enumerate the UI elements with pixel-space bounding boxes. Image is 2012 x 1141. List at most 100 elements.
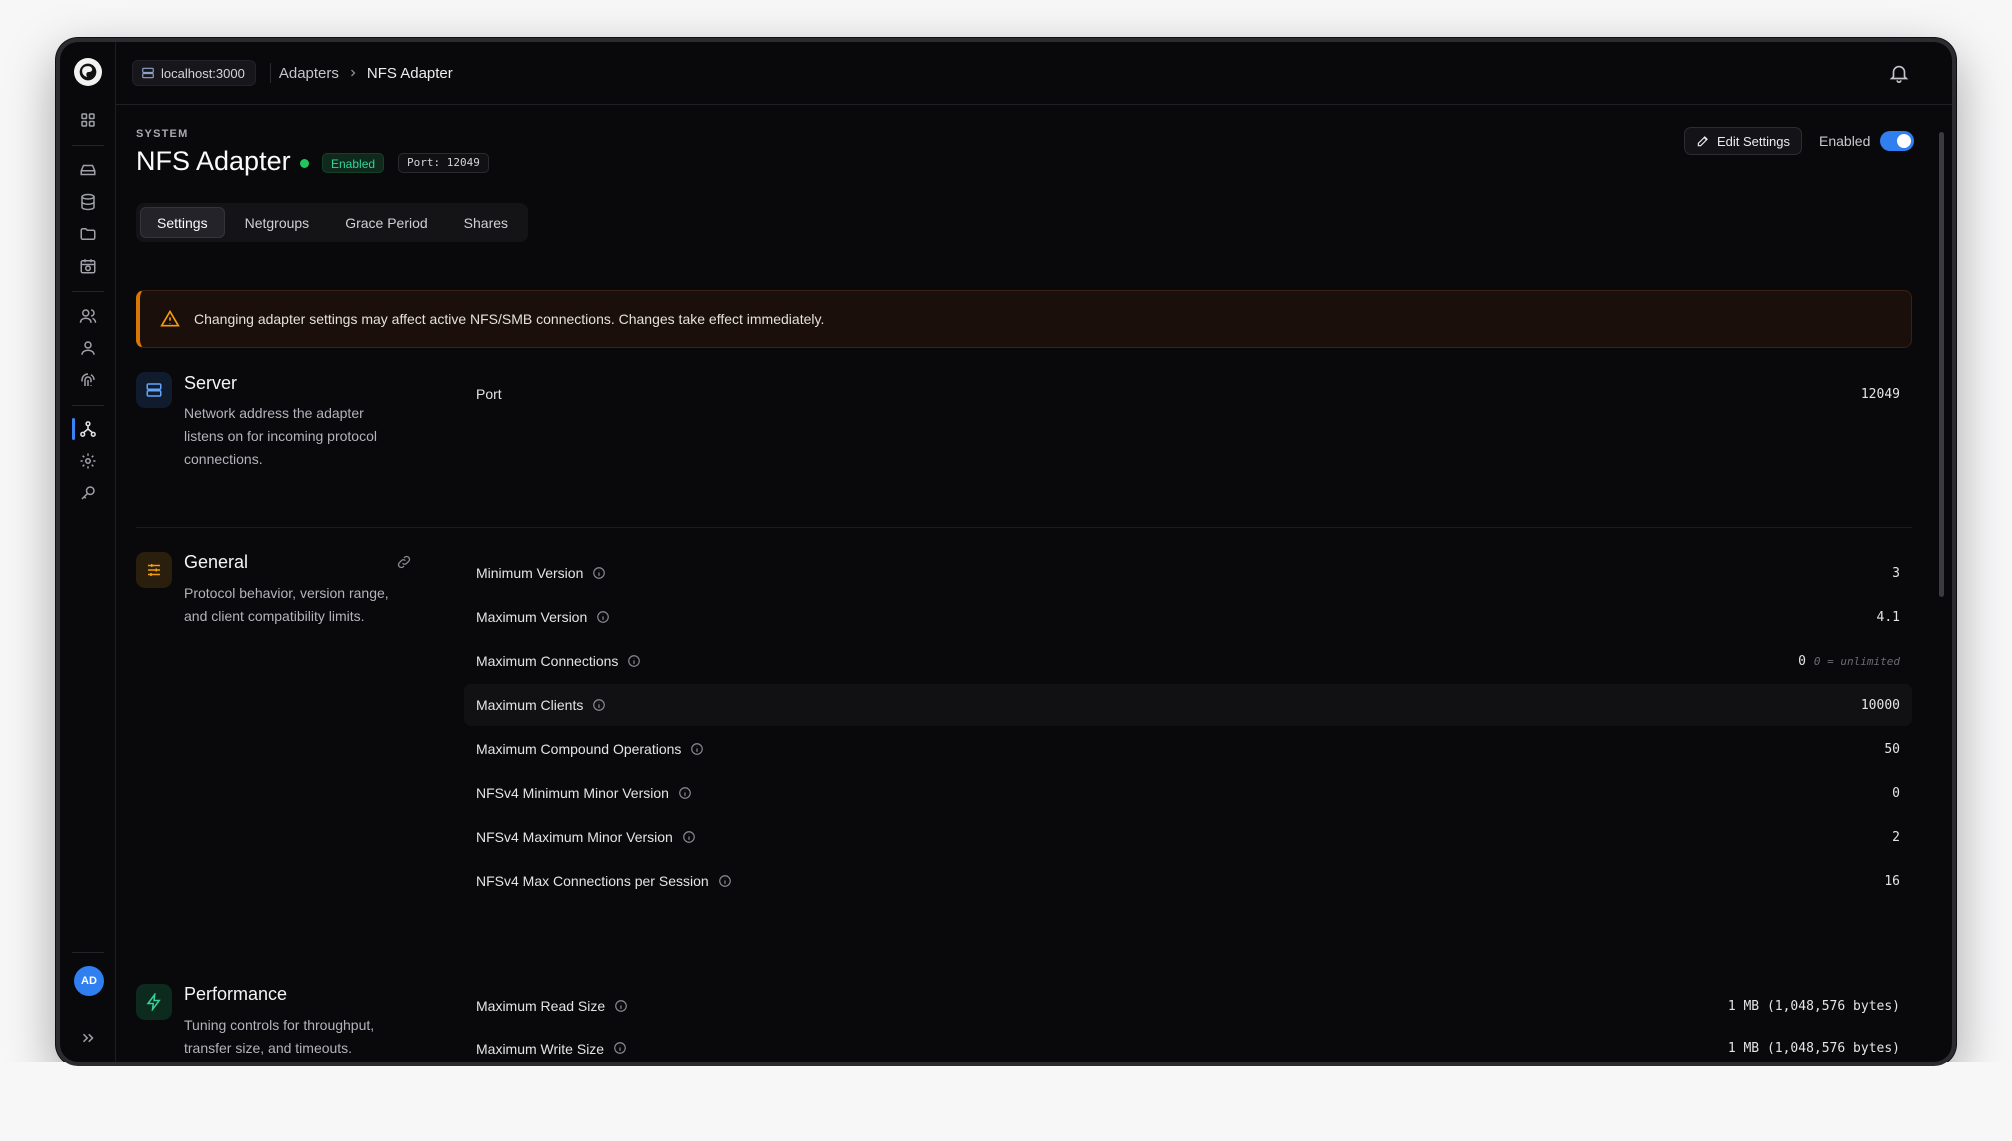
warning-text: Changing adapter settings may affect act… bbox=[194, 311, 825, 327]
drive-icon[interactable] bbox=[76, 158, 100, 182]
tab-grace-period[interactable]: Grace Period bbox=[329, 207, 443, 238]
setting-label: NFSv4 Max Connections per Session bbox=[476, 873, 709, 889]
info-icon[interactable] bbox=[592, 698, 606, 712]
info-icon[interactable] bbox=[596, 610, 610, 624]
avatar[interactable]: AD bbox=[74, 966, 104, 996]
setting-label: NFSv4 Maximum Minor Version bbox=[476, 829, 673, 845]
calendar-clock-icon[interactable] bbox=[76, 254, 100, 278]
page-background bbox=[0, 1062, 2012, 1141]
general-section-title: General bbox=[184, 552, 249, 572]
expand-sidebar-icon[interactable] bbox=[76, 1026, 100, 1050]
info-icon[interactable] bbox=[678, 786, 692, 800]
rail-divider bbox=[72, 145, 104, 146]
user-group-icon[interactable] bbox=[76, 336, 100, 360]
fingerprint-icon[interactable] bbox=[76, 368, 100, 392]
key-icon[interactable] bbox=[76, 481, 100, 505]
status-dot bbox=[300, 159, 309, 168]
setting-row-maximum-write-size[interactable]: Maximum Write Size 1 MB (1,048,576 bytes… bbox=[464, 1029, 1912, 1059]
breadcrumb-current: NFS Adapter bbox=[366, 64, 453, 82]
folder-icon[interactable] bbox=[76, 222, 100, 246]
dashboard-icon[interactable] bbox=[76, 108, 100, 132]
setting-value: 12049 bbox=[1860, 386, 1900, 402]
network-icon[interactable] bbox=[76, 417, 100, 441]
info-icon[interactable] bbox=[592, 566, 606, 580]
setting-value: 0 bbox=[1798, 653, 1806, 669]
setting-label: NFSv4 Minimum Minor Version bbox=[476, 785, 669, 801]
database-icon[interactable] bbox=[76, 190, 100, 214]
setting-value: 50 bbox=[1884, 741, 1900, 757]
setting-row-maximum-read-size[interactable]: Maximum Read Size 1 MB (1,048,576 bytes) bbox=[464, 985, 1912, 1027]
gear-icon[interactable] bbox=[76, 449, 100, 473]
setting-label: Maximum Compound Operations bbox=[476, 741, 682, 757]
tab-settings[interactable]: Settings bbox=[140, 207, 225, 238]
bell-icon[interactable] bbox=[1888, 62, 1910, 84]
performance-section-description: Tuning controls for throughput, transfer… bbox=[184, 1017, 375, 1056]
host-label: localhost:3000 bbox=[161, 65, 245, 81]
info-icon[interactable] bbox=[613, 1041, 627, 1055]
active-indicator bbox=[72, 418, 75, 440]
rail-divider bbox=[72, 405, 104, 406]
info-icon[interactable] bbox=[614, 999, 628, 1013]
edit-settings-label: Edit Settings bbox=[1717, 133, 1790, 149]
setting-value: 1 MB (1,048,576 bytes) bbox=[1727, 998, 1900, 1014]
setting-value: 3 bbox=[1892, 565, 1900, 581]
server-section-icon bbox=[136, 372, 172, 408]
setting-label: Maximum Connections bbox=[476, 653, 619, 669]
info-icon[interactable] bbox=[682, 830, 696, 844]
setting-value: 16 bbox=[1884, 873, 1900, 889]
tab-shares[interactable]: Shares bbox=[448, 207, 524, 238]
info-icon[interactable] bbox=[690, 742, 704, 756]
setting-row-maximum-version[interactable]: Maximum Version 4.1 bbox=[464, 596, 1912, 638]
setting-label: Minimum Version bbox=[476, 565, 584, 581]
setting-row-maximum-connections[interactable]: Maximum Connections 0 0 = unlimited bbox=[464, 640, 1912, 682]
performance-section-title: Performance bbox=[184, 984, 288, 1004]
enabled-toggle[interactable] bbox=[1880, 131, 1914, 151]
section-divider bbox=[136, 527, 1912, 528]
setting-row-maximum-clients[interactable]: Maximum Clients 10000 bbox=[464, 684, 1912, 726]
setting-value: 0 bbox=[1892, 785, 1900, 801]
setting-hint: 0 = unlimited bbox=[1813, 654, 1900, 668]
sliders-icon bbox=[136, 552, 172, 588]
setting-label: Port bbox=[476, 386, 502, 402]
page-title: NFS Adapter bbox=[136, 146, 291, 176]
warning-banner: Changing adapter settings may affect act… bbox=[136, 290, 1912, 348]
app-logo[interactable] bbox=[74, 58, 102, 86]
setting-row-nfsv4-maximum-minor-version[interactable]: NFSv4 Maximum Minor Version 2 bbox=[464, 816, 1912, 858]
breadcrumb: Adapters NFS Adapter bbox=[279, 65, 453, 82]
setting-row-nfsv4-minimum-minor-version[interactable]: NFSv4 Minimum Minor Version 0 bbox=[464, 772, 1912, 814]
link-icon[interactable] bbox=[396, 554, 412, 570]
rail-divider bbox=[72, 291, 104, 292]
breadcrumb-adapters[interactable]: Adapters bbox=[279, 65, 339, 82]
host-chip[interactable]: localhost:3000 bbox=[132, 60, 256, 86]
setting-label: Maximum Write Size bbox=[476, 1041, 605, 1057]
server-section-title: Server bbox=[184, 373, 238, 393]
users-icon[interactable] bbox=[76, 304, 100, 328]
topbar: localhost:3000 Adapters NFS Adapter bbox=[116, 42, 1952, 105]
setting-row-minimum-version[interactable]: Minimum Version 3 bbox=[464, 552, 1912, 594]
general-section-description: Protocol behavior, version range, and cl… bbox=[184, 585, 389, 624]
setting-row-nfsv4-max-connections-per-session[interactable]: NFSv4 Max Connections per Session 16 bbox=[464, 860, 1912, 902]
enabled-toggle-label: Enabled bbox=[1819, 133, 1871, 149]
scrollbar[interactable] bbox=[1939, 132, 1944, 597]
edit-settings-button[interactable]: Edit Settings bbox=[1684, 127, 1802, 155]
setting-value: 10000 bbox=[1860, 697, 1900, 713]
info-icon[interactable] bbox=[627, 654, 641, 668]
page-eyebrow: SYSTEM bbox=[136, 128, 189, 140]
status-badge: Enabled bbox=[322, 153, 385, 173]
setting-value: 2 bbox=[1892, 829, 1900, 845]
rail-divider bbox=[72, 952, 104, 953]
server-icon bbox=[142, 67, 154, 79]
setting-row-port[interactable]: Port 12049 bbox=[464, 373, 1912, 415]
tab-bar: Settings Netgroups Grace Period Shares bbox=[136, 203, 529, 242]
warning-triangle-icon bbox=[160, 309, 180, 327]
setting-label: Maximum Clients bbox=[476, 697, 584, 713]
divider bbox=[269, 63, 271, 83]
info-icon[interactable] bbox=[718, 874, 732, 888]
lightning-icon bbox=[136, 984, 172, 1020]
tab-netgroups[interactable]: Netgroups bbox=[229, 207, 326, 238]
setting-label: Maximum Read Size bbox=[476, 998, 606, 1014]
setting-row-maximum-compound-operations[interactable]: Maximum Compound Operations 50 bbox=[464, 728, 1912, 770]
pencil-icon bbox=[1697, 136, 1708, 147]
setting-value: 1 MB (1,048,576 bytes) bbox=[1727, 1041, 1900, 1056]
icon-rail: AD bbox=[60, 42, 116, 1062]
